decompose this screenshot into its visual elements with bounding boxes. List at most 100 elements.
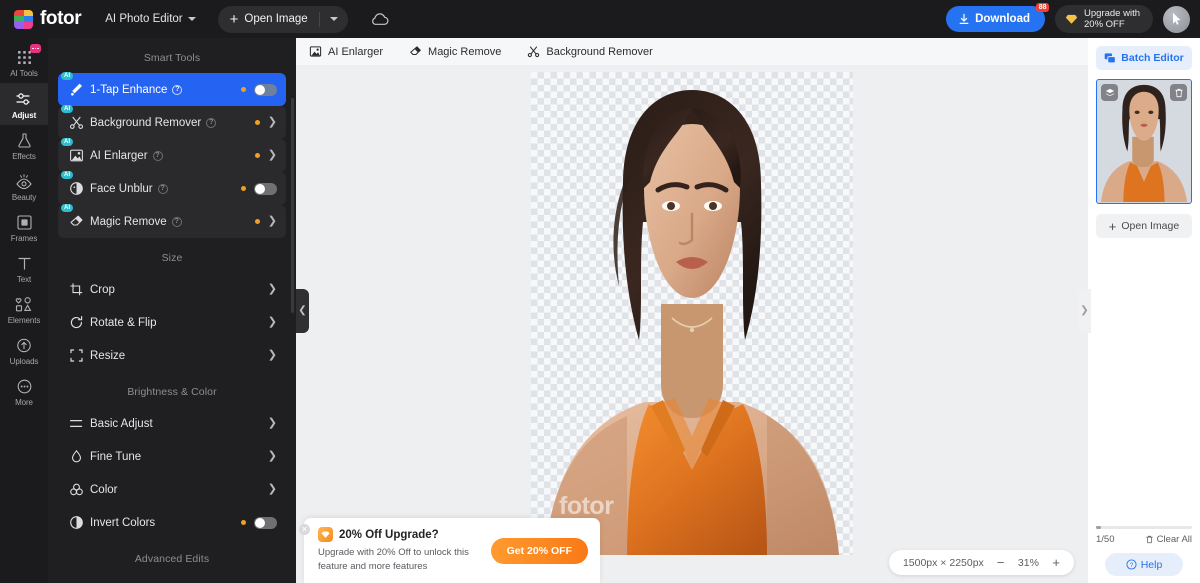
- upgrade-button[interactable]: Upgrade with 20% OFF: [1055, 5, 1153, 33]
- help-button[interactable]: ? Help: [1105, 553, 1183, 576]
- batch-icon: [1104, 53, 1117, 64]
- trash-icon[interactable]: [1170, 84, 1187, 101]
- sidebar-item-label: Effects: [12, 152, 36, 161]
- sidebar-item-text[interactable]: Text: [0, 248, 48, 289]
- upgrade-line-2: 20% OFF: [1084, 19, 1125, 30]
- chevron-right-icon[interactable]: ❯: [268, 117, 277, 128]
- sidebar-item-label: Frames: [10, 234, 38, 243]
- tool-label: Rotate & Flip: [90, 316, 157, 329]
- sidebar-item-more[interactable]: More: [0, 371, 48, 412]
- row-controls: ❯: [254, 117, 277, 128]
- canvas-stage[interactable]: fotor 1500px × 2250px − 31% + ✕ 20% Off …: [296, 65, 1088, 583]
- tool-row-face-unblur[interactable]: AI Face Unblur ?: [58, 171, 286, 205]
- wand-icon: [69, 82, 86, 97]
- chevron-right-icon[interactable]: ❯: [268, 451, 277, 462]
- cloud-button[interactable]: [370, 12, 389, 26]
- tool-row-fine-tune[interactable]: Fine Tune ❯: [58, 440, 286, 473]
- clear-all-button[interactable]: Clear All: [1145, 534, 1192, 545]
- chevron-right-icon[interactable]: ❯: [268, 484, 277, 495]
- help-icon[interactable]: ?: [206, 117, 217, 128]
- download-button[interactable]: Download 88: [946, 3, 1050, 32]
- tool-row-rotate-flip[interactable]: Rotate & Flip ❯: [58, 306, 286, 339]
- photo-canvas[interactable]: fotor: [531, 72, 853, 555]
- chevron-right-icon[interactable]: ❯: [268, 284, 277, 295]
- tool-row-structure[interactable]: Structure ❯: [58, 574, 286, 581]
- section-title-advanced-edits: Advanced Edits: [134, 553, 210, 565]
- ellipsis-icon: [17, 379, 31, 394]
- zoom-in-button[interactable]: +: [1052, 556, 1060, 569]
- thumbnail-item[interactable]: [1096, 79, 1192, 204]
- row-controls: [241, 516, 277, 529]
- editor-selector[interactable]: AI Photo Editor: [105, 13, 196, 25]
- tool-row-crop[interactable]: Crop ❯: [58, 273, 286, 306]
- batch-editor-button[interactable]: Batch Editor: [1096, 46, 1192, 70]
- batch-editor-label: Batch Editor: [1121, 52, 1184, 64]
- tool-row-background-remover[interactable]: AI Background Remover ? ❯: [58, 105, 286, 139]
- tool-row-color[interactable]: Color ❯: [58, 473, 286, 506]
- help-icon[interactable]: ?: [171, 216, 182, 227]
- download-badge: 88: [1036, 3, 1050, 12]
- tool-row-1-tap-enhance[interactable]: AI 1-Tap Enhance ?: [58, 72, 286, 106]
- eye-icon: [16, 174, 32, 190]
- tool-label: Background Remover: [90, 116, 202, 129]
- open-image-label: Open Image: [244, 13, 308, 25]
- collapse-left-panel-button[interactable]: ❮: [296, 288, 309, 333]
- sidebar-item-effects[interactable]: Effects: [0, 125, 48, 166]
- fotor-photo-editor: fotor AI Photo Editor + Open Image Downl…: [0, 0, 1200, 583]
- sidebar-item-frames[interactable]: Frames: [0, 207, 48, 248]
- open-image-button[interactable]: + Open Image: [218, 6, 319, 33]
- fotor-logo[interactable]: fotor: [14, 8, 82, 30]
- tool-label: Invert Colors: [90, 516, 156, 529]
- row-controls: ❯: [268, 451, 277, 462]
- collapse-right-panel-button[interactable]: ❯: [1078, 288, 1091, 333]
- tool-row-basic-adjust[interactable]: Basic Adjust ❯: [58, 407, 286, 440]
- right-panel-footer: 1/50 Clear All ? Help: [1088, 526, 1200, 583]
- watermark: fotor: [559, 492, 614, 520]
- chevron-right-icon[interactable]: ❯: [268, 350, 277, 361]
- sidebar-item-label: Beauty: [11, 193, 37, 202]
- section-title-smart-tools: Smart Tools: [143, 52, 201, 64]
- chevron-right-icon[interactable]: ❯: [268, 150, 277, 161]
- zoom-out-button[interactable]: −: [997, 556, 1005, 569]
- canvas-area: AI Enlarger Magic Remove Background Remo…: [296, 38, 1088, 583]
- help-icon[interactable]: ?: [152, 150, 163, 161]
- layers-icon[interactable]: [1101, 84, 1118, 101]
- section-title-size: Size: [161, 252, 183, 264]
- tools-scroll: Smart Tools AI 1-Tap Enhance ? AI Backgr…: [48, 38, 296, 581]
- close-icon[interactable]: ✕: [299, 524, 310, 535]
- sidebar-item-elements[interactable]: Elements: [0, 289, 48, 330]
- sidebar-item-beauty[interactable]: Beauty: [0, 166, 48, 207]
- avatar[interactable]: [1163, 5, 1190, 33]
- tool-row-magic-remove[interactable]: AI Magic Remove ? ❯: [58, 204, 286, 238]
- chevron-right-icon[interactable]: ❯: [268, 418, 277, 429]
- scissors-icon: [528, 46, 540, 58]
- help-icon[interactable]: ?: [157, 183, 168, 194]
- tab-background-remover[interactable]: Background Remover: [527, 45, 653, 58]
- toggle-switch[interactable]: [254, 182, 277, 195]
- tool-row-invert-colors[interactable]: Invert Colors: [58, 506, 286, 539]
- tool-label: AI Enlarger: [90, 149, 148, 162]
- tab-ai-enlarger[interactable]: AI Enlarger: [309, 45, 383, 58]
- toggle-switch[interactable]: [254, 516, 277, 529]
- enlarge-icon: [69, 148, 86, 163]
- tool-label: 1-Tap Enhance: [90, 83, 168, 96]
- chevron-right-icon[interactable]: ❯: [268, 216, 277, 227]
- tool-row-resize[interactable]: Resize ❯: [58, 339, 286, 372]
- open-image-button-right[interactable]: + Open Image: [1096, 214, 1192, 238]
- open-image-dropdown[interactable]: [320, 17, 348, 21]
- toggle-switch[interactable]: [254, 83, 277, 96]
- tools-scrollbar[interactable]: [291, 98, 294, 313]
- gem-icon: [1065, 14, 1078, 24]
- help-icon[interactable]: ?: [172, 84, 183, 95]
- tool-row-ai-enlarger[interactable]: AI AI Enlarger ? ❯: [58, 138, 286, 172]
- sidebar-item-uploads[interactable]: Uploads: [0, 330, 48, 371]
- chevron-right-icon[interactable]: ❯: [268, 317, 277, 328]
- resize-icon: [69, 348, 86, 363]
- thumbnail-scrollbar[interactable]: [1096, 526, 1192, 529]
- clear-all-label: Clear All: [1156, 534, 1192, 545]
- get-discount-button[interactable]: Get 20% OFF: [490, 538, 588, 564]
- tab-magic-remove[interactable]: Magic Remove: [409, 45, 501, 58]
- row-controls: ❯: [268, 418, 277, 429]
- sidebar-item-ai-tools[interactable]: AI Tools: [0, 42, 48, 83]
- sidebar-item-adjust[interactable]: Adjust: [0, 83, 48, 125]
